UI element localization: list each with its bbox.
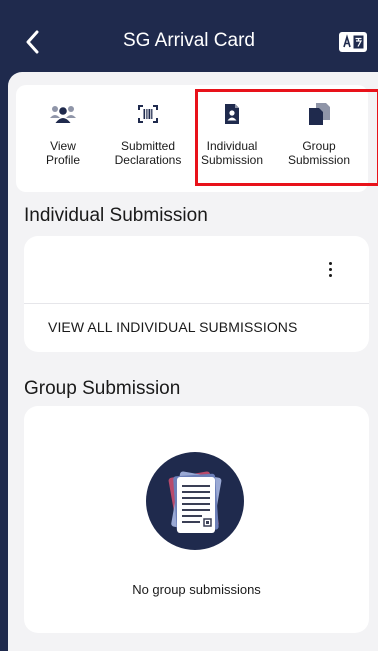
quick-action-view-profile[interactable]: View Profile bbox=[28, 85, 98, 192]
quick-action-label: Submitted Declarations bbox=[114, 139, 182, 167]
app-header: SG Arrival Card bbox=[0, 0, 378, 80]
more-options-button[interactable] bbox=[320, 256, 340, 282]
quick-action-label: Group Submission bbox=[287, 139, 351, 167]
more-vertical-icon bbox=[328, 267, 332, 271]
individual-section-title: Individual Submission bbox=[24, 205, 208, 226]
stacked-documents-illustration bbox=[146, 452, 244, 550]
documents-stack-icon bbox=[309, 103, 330, 125]
language-button[interactable] bbox=[339, 32, 367, 52]
quick-action-individual-submission[interactable]: Individual Submission bbox=[192, 85, 272, 192]
more-vertical-icon bbox=[328, 261, 332, 265]
group-section-title: Group Submission bbox=[24, 378, 181, 399]
quick-actions-card: View Profile Submitted Declarations Indi… bbox=[16, 85, 368, 192]
quick-action-group-submission[interactable]: Group Submission bbox=[278, 85, 360, 192]
page-title: SG Arrival Card bbox=[123, 30, 255, 51]
quick-action-submitted-declarations[interactable]: Submitted Declarations bbox=[107, 85, 189, 192]
people-icon bbox=[50, 106, 76, 123]
barcode-scan-icon bbox=[138, 105, 158, 123]
quick-action-label: View Profile bbox=[45, 139, 80, 167]
card-divider bbox=[24, 303, 369, 304]
empty-state-text: No group submissions bbox=[132, 582, 261, 597]
quick-action-label: Individual Submission bbox=[200, 139, 264, 167]
more-vertical-icon bbox=[328, 273, 332, 277]
person-document-icon bbox=[225, 104, 239, 124]
translate-icon bbox=[343, 34, 364, 49]
view-all-individual-link[interactable]: VIEW ALL INDIVIDUAL SUBMISSIONS bbox=[48, 319, 297, 335]
